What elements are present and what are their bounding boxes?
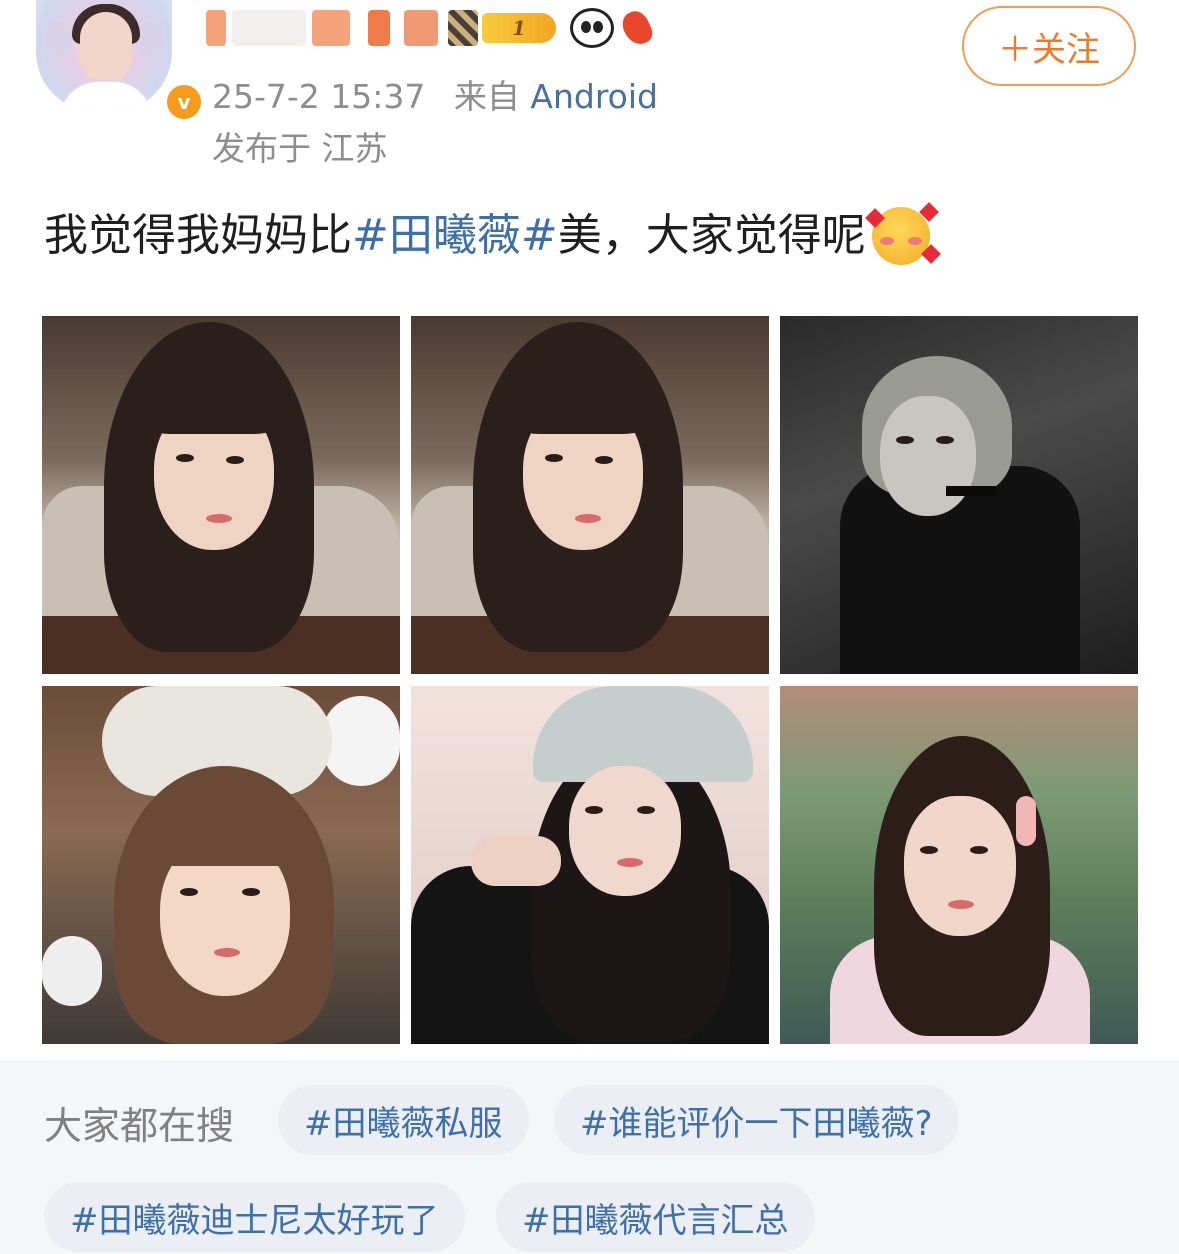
photo-eye xyxy=(920,846,938,854)
photo-face xyxy=(569,766,681,896)
avatar[interactable]: v xyxy=(36,0,204,122)
photo-lips xyxy=(214,948,240,957)
post-photo-2[interactable] xyxy=(411,316,769,674)
heart-icon xyxy=(918,202,939,222)
username-blurred xyxy=(448,10,478,46)
photo-lips xyxy=(206,514,232,523)
post-photo-5[interactable] xyxy=(411,686,769,1044)
post-text-before: 我觉得我妈妈比 xyxy=(44,210,352,261)
username-blurred xyxy=(232,10,306,46)
photo-eye xyxy=(595,456,613,464)
post-photo-1[interactable] xyxy=(42,316,400,674)
photo-panda-plush xyxy=(42,936,102,1006)
username-blurred xyxy=(206,10,226,46)
post-photo-4[interactable] xyxy=(42,686,400,1044)
blush-emoji-icon xyxy=(864,202,941,265)
source-link[interactable]: Android xyxy=(530,77,658,116)
post-timestamp: 25-7-2 15:37 xyxy=(212,77,426,116)
heart-icon xyxy=(920,244,941,264)
photo-eye xyxy=(242,888,260,896)
username-row[interactable]: 1 xyxy=(206,6,656,50)
photo-eye xyxy=(585,806,603,814)
photo-eye xyxy=(226,456,244,464)
post-location: 发布于 江苏 xyxy=(212,129,388,168)
photo-bangs xyxy=(146,806,306,866)
photo-eye xyxy=(176,454,194,462)
photo-hairpin xyxy=(1016,796,1036,846)
hashtag-link[interactable]: #田曦薇# xyxy=(352,198,558,274)
avatar-face xyxy=(80,12,132,82)
username-blurred xyxy=(404,10,438,46)
photo-lips xyxy=(575,514,601,523)
verified-badge-icon: v xyxy=(164,82,204,122)
photo-bangs xyxy=(142,372,282,434)
trending-chip[interactable]: #谁能评价一下田曦薇? xyxy=(554,1085,959,1155)
photo-choker xyxy=(946,486,996,496)
headphone-right xyxy=(136,22,162,56)
level-badge-icon[interactable]: 1 xyxy=(482,13,556,43)
panda-icon xyxy=(570,8,614,48)
photo-eye xyxy=(637,806,655,814)
trending-chip[interactable]: #田曦薇私服 xyxy=(278,1085,529,1155)
photo-panda-plush xyxy=(322,696,400,786)
post-photo-3[interactable] xyxy=(780,316,1138,674)
trending-chip[interactable]: #田曦薇迪士尼太好玩了 xyxy=(44,1182,465,1252)
photo-eye xyxy=(970,846,988,854)
photo-eye xyxy=(180,888,198,896)
post-text: 我觉得我妈妈比 #田曦薇# 美，大家觉得呢 xyxy=(44,198,941,274)
photo-eye xyxy=(936,436,954,444)
avatar-image[interactable] xyxy=(36,0,172,112)
photo-eye xyxy=(896,436,914,444)
photo-face xyxy=(904,796,1016,936)
avatar-shirt xyxy=(58,80,154,112)
photo-lips xyxy=(617,858,643,867)
headphone-left xyxy=(46,22,72,56)
post-photo-6[interactable] xyxy=(780,686,1138,1044)
trending-search-label: 大家都在搜 xyxy=(44,1104,235,1148)
heart-icon xyxy=(864,208,885,228)
follow-button[interactable]: ＋关注 xyxy=(962,6,1136,86)
photo-face xyxy=(880,396,976,516)
koi-icon xyxy=(618,7,656,49)
post-meta: 25-7-2 15:37 来自 Android xyxy=(212,70,658,118)
source-prefix: 来自 xyxy=(453,77,520,116)
photo-grid xyxy=(42,316,1138,1044)
photo-hand xyxy=(471,836,561,886)
photo-lips xyxy=(948,900,974,909)
photo-bangs xyxy=(511,372,651,434)
username-blurred xyxy=(312,10,350,46)
post-text-after: 美，大家觉得呢 xyxy=(557,210,866,261)
trending-chip[interactable]: #田曦薇代言汇总 xyxy=(496,1182,815,1252)
post-header: v 1 25-7-2 15:37 来自 Android 发布于 江苏 ＋关注 xyxy=(0,0,1179,190)
photo-eye xyxy=(545,454,563,462)
username-blurred xyxy=(368,10,390,46)
